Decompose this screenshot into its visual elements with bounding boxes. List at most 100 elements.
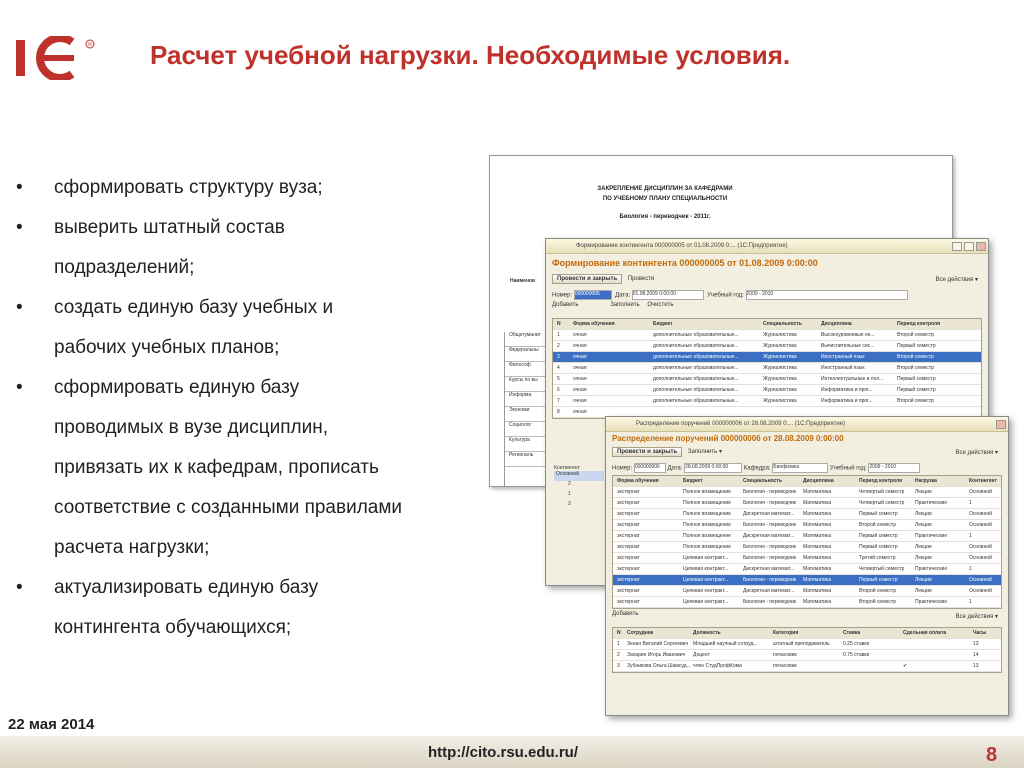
table-cell: Математика	[803, 588, 832, 594]
column-header[interactable]: Сдельная оплата	[903, 630, 946, 636]
add-button[interactable]: Добавить	[612, 611, 639, 617]
number-field[interactable]: 000000006	[633, 463, 666, 473]
column-header[interactable]: Часы	[973, 630, 986, 636]
table-row[interactable]: экстернат Полное возмещение Биология - пер…	[613, 487, 1001, 498]
column-header[interactable]: Дисциплина	[803, 478, 834, 484]
table-cell: Журналистика	[763, 354, 797, 360]
table-row[interactable]: 5 очная дополнительные образовательные... Ж…	[553, 374, 981, 385]
table-row[interactable]: экстернат Целевая контракт... Биология - п…	[613, 597, 1001, 608]
table-cell: Практические	[915, 500, 948, 506]
table-row[interactable]: экстернат Полное возмещение Дискретная мат…	[613, 531, 1001, 542]
year-field[interactable]: 2009 - 2010	[745, 290, 908, 300]
column-header[interactable]: Бюджет	[683, 478, 703, 484]
maximize-button[interactable]	[964, 242, 974, 251]
table-cell: 1	[969, 500, 972, 506]
table-row[interactable]: экстернат Полное возмещение Биология - пер…	[613, 542, 1001, 553]
post-button[interactable]: Провести	[628, 276, 655, 282]
column-header[interactable]: Ставка	[843, 630, 860, 636]
column-header[interactable]: Категория	[773, 630, 798, 636]
table-row[interactable]: 6 очная дополнительные образовательные... Ж…	[553, 385, 981, 396]
table-cell: дополнительные образовательные...	[653, 365, 739, 371]
table-cell: Интеллектуальные и пол...	[821, 376, 884, 382]
table-row[interactable]: экстернат Целевая контракт... Биология - п…	[613, 575, 1001, 586]
column-header[interactable]: Сотрудник	[627, 630, 653, 636]
year-label: Учебный год:	[707, 292, 744, 299]
column-header[interactable]: Форма обучения	[617, 478, 659, 484]
column-header[interactable]: Нагрузка	[915, 478, 937, 484]
table-cell: Первый семестр	[859, 511, 898, 517]
table-row[interactable]: 2 очная дополнительные образовательные... Ж…	[553, 341, 981, 352]
table-row[interactable]: 4 очная дополнительные образовательные... Ж…	[553, 363, 981, 374]
post-and-close-button[interactable]: Провести и закрыть	[552, 274, 623, 284]
table-cell: экстернат	[617, 522, 640, 528]
bullet-marker: •	[16, 377, 23, 398]
dept-field[interactable]: Биофизика	[772, 463, 829, 473]
table-row[interactable]: экстернат Полное возмещение Биология - пер…	[613, 520, 1001, 531]
table-row[interactable]: экстернат Целевая контракт... Дискретная м…	[613, 586, 1001, 597]
tree-item[interactable]: 1	[554, 491, 604, 501]
all-actions-menu-2[interactable]: Все действия ▾	[956, 613, 998, 620]
table-cell: Четвертый семестр	[859, 500, 905, 506]
table-cell: Доцент	[693, 652, 710, 658]
fill-button[interactable]: Заполнить	[610, 302, 639, 308]
date-field[interactable]: 28.08.2009 0:00:00	[684, 463, 743, 473]
column-header[interactable]: N	[617, 630, 621, 636]
table-row[interactable]: 1 очная дополнительные образовательные... Ж…	[553, 330, 981, 341]
table-cell: Иностранный язык	[821, 365, 865, 371]
tree-item[interactable]: 2	[554, 481, 604, 491]
bullet-line: подразделений;	[54, 257, 195, 278]
bullet-item: • сформировать единую базу проводимых в ву…	[14, 368, 484, 568]
column-header[interactable]: Дисциплина	[821, 321, 852, 327]
table-row[interactable]: экстернат Целевая контракт... Дискретная м…	[613, 564, 1001, 575]
column-header[interactable]: Должность	[693, 630, 721, 636]
table-cell: очная	[573, 376, 587, 382]
close-button[interactable]	[996, 420, 1006, 429]
toolbar: Провести и закрыть Провести Все действия…	[552, 274, 982, 288]
column-header[interactable]: Форма обучения	[573, 321, 615, 327]
bullet-line: сформировать структуру вуза;	[54, 177, 323, 198]
bullet-line: рабочих учебных планов;	[54, 337, 280, 358]
table-cell: Журналистика	[763, 343, 797, 349]
column-header[interactable]: Бюджет	[653, 321, 673, 327]
year-field[interactable]: 2009 - 2010	[868, 463, 921, 473]
table-row[interactable]: 1 Зенин Виталий Сергеевич Младший научный …	[613, 639, 1001, 650]
table-cell: Второй семестр	[859, 599, 896, 605]
number-field[interactable]: 000000005	[573, 290, 612, 300]
date-field[interactable]: 01.08.2009 0:00:00	[631, 290, 704, 300]
table-cell: Математика	[803, 511, 832, 517]
all-actions-menu[interactable]: Все действия ▾	[936, 276, 978, 283]
table-row[interactable]: 3 очная дополнительные образовательные... Ж…	[553, 352, 981, 363]
table-row[interactable]: 3 Зубникова Ольга Шамсуд... член СтудПрофК…	[613, 661, 1001, 672]
clear-button[interactable]: Очистить	[647, 302, 673, 308]
minimize-button[interactable]	[952, 242, 962, 251]
bullet-line: контингента обучающихся;	[54, 617, 292, 638]
table-cell: экстернат	[617, 533, 640, 539]
column-header[interactable]: Период контроля	[859, 478, 902, 484]
post-and-close-button[interactable]: Провести и закрыть	[612, 447, 683, 457]
table-cell: Математика	[803, 500, 832, 506]
table-cell: очная	[573, 365, 587, 371]
column-header[interactable]: Специальность	[763, 321, 802, 327]
table-row[interactable]: 2 Захарин Игорь Иванович Доцент почасовик 0.…	[613, 650, 1001, 661]
tree-item[interactable]: Основной	[554, 471, 604, 481]
table-row[interactable]: экстернат Целевая контракт... Биология - п…	[613, 553, 1001, 564]
close-button[interactable]	[976, 242, 986, 251]
table-row[interactable]: экстернат Полное возмещение Биология - пер…	[613, 498, 1001, 509]
bullet-item: • актуализировать единую базу контингента …	[14, 568, 484, 648]
all-actions-menu[interactable]: Все действия ▾	[956, 449, 998, 456]
add-button[interactable]: Добавить	[552, 302, 579, 308]
column-header[interactable]: N	[557, 321, 561, 327]
footer-url[interactable]: http://cito.rsu.edu.ru/	[428, 744, 578, 761]
date-label: Дата:	[667, 465, 683, 472]
column-header[interactable]: Период контроля	[897, 321, 940, 327]
bullet-line: выверить штатный состав	[54, 217, 285, 238]
table-cell: Журналистика	[763, 387, 797, 393]
tree-item[interactable]: 2	[554, 501, 604, 511]
table-row[interactable]: экстернат Полное возмещение Дискретная мат…	[613, 509, 1001, 520]
column-header[interactable]: Контингент	[969, 478, 997, 484]
report-subtitle: Биология - переводчик - 2011г.	[619, 214, 711, 220]
table-row[interactable]: 7 очная дополнительные образовательные... Ж…	[553, 396, 981, 407]
fill-menu[interactable]: Заполнить ▾	[688, 449, 722, 455]
column-header[interactable]: Специальность	[743, 478, 782, 484]
table-cell: Лекции	[915, 511, 932, 517]
